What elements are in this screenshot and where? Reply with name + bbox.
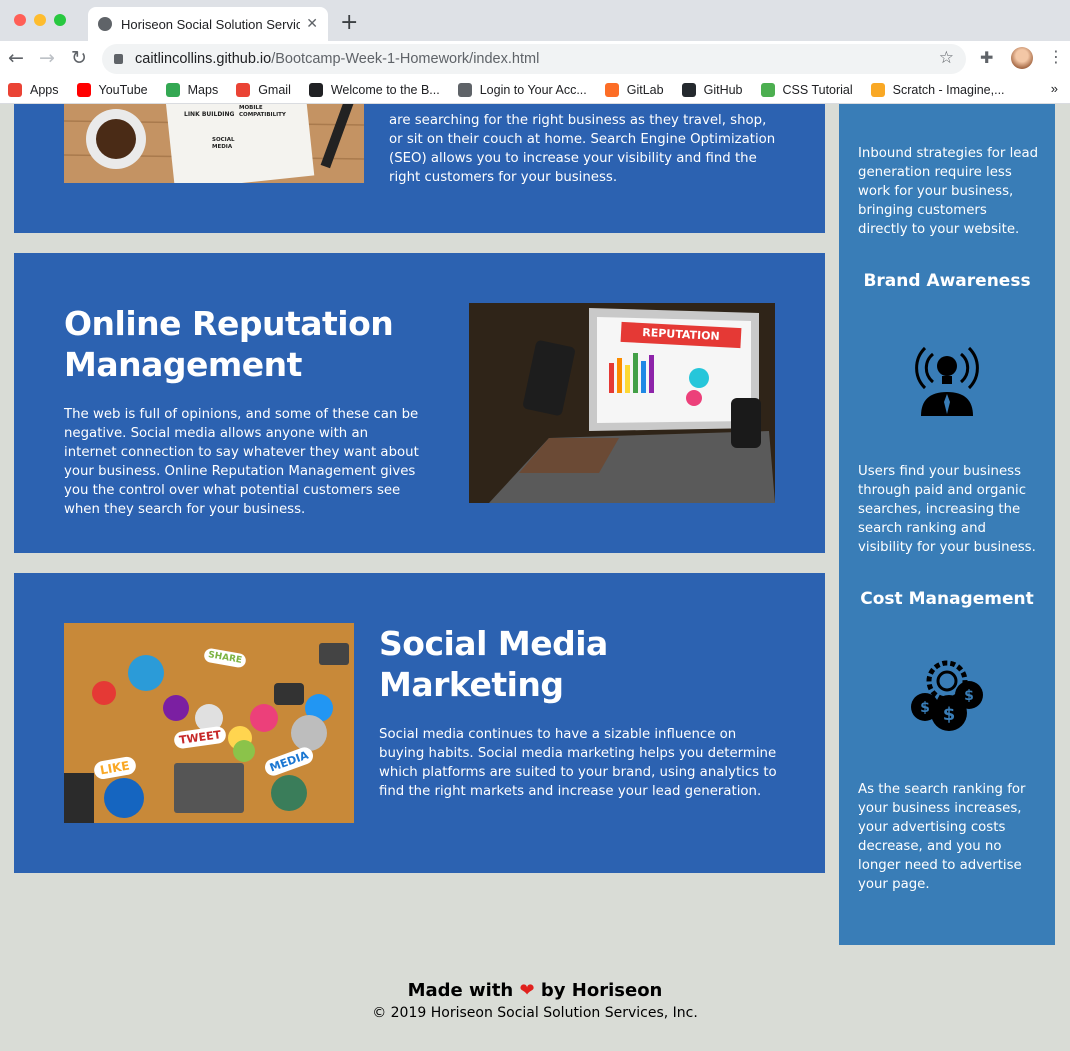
- minimize-window-button[interactable]: [34, 14, 46, 26]
- bookmark-item[interactable]: Maps: [165, 83, 219, 97]
- bookmark-item[interactable]: Gmail: [236, 83, 291, 97]
- social-heading: Social Media Marketing: [379, 624, 608, 704]
- seo-image-word: SOCIAL MEDIA: [212, 137, 235, 150]
- brand-awareness-text: Users find your business through paid an…: [858, 464, 1036, 555]
- seo-image-word: MOBILE COMPATIBILITY: [239, 105, 286, 118]
- close-tab-icon[interactable]: ✕: [306, 16, 318, 32]
- window-controls: [14, 14, 66, 26]
- globe-icon: [98, 17, 112, 31]
- tab-title: Horiseon Social Solution Services: [121, 16, 301, 32]
- seo-section: LINK BUILDING MOBILE COMPATIBILITY SOCIA…: [14, 104, 825, 233]
- lead-generation-text: Inbound strategies for lead generation r…: [858, 146, 1039, 237]
- reputation-section: Online Reputation Management The web is …: [14, 253, 825, 553]
- heart-icon: ❤: [519, 980, 535, 1001]
- bookmark-favicon-icon: [76, 83, 91, 97]
- seo-paragraph: are searching for the right business as …: [389, 113, 776, 185]
- bookmark-item[interactable]: CSS Tutorial: [760, 83, 853, 97]
- new-tab-button[interactable]: +: [340, 10, 358, 35]
- copyright: © 2019 Horiseon Social Solution Services…: [372, 1005, 698, 1021]
- reputation-image: REPUTATION: [469, 303, 775, 503]
- svg-text:$: $: [964, 688, 974, 704]
- bookmark-favicon-icon: [760, 83, 775, 97]
- profile-avatar[interactable]: [1011, 47, 1033, 69]
- bookmark-label: Welcome to the B...: [330, 83, 440, 97]
- seo-image: LINK BUILDING MOBILE COMPATIBILITY SOCIA…: [64, 104, 364, 183]
- url-path: /Bootcamp-Week-1-Homework/index.html: [271, 51, 540, 67]
- cost-management-text: As the search ranking for your business …: [858, 782, 1026, 892]
- social-image: SHARE TWEET LIKE MEDIA: [64, 623, 354, 823]
- brand-awareness-heading: Brand Awareness: [863, 271, 1031, 291]
- bookmark-favicon-icon: [457, 83, 472, 97]
- social-paragraph: Social media continues to have a sizable…: [379, 727, 777, 799]
- made-with-suffix: by Horiseon: [540, 980, 663, 1001]
- bookmark-favicon-icon: [308, 83, 323, 97]
- bookmark-label: Gmail: [258, 83, 291, 97]
- svg-text:$: $: [920, 700, 930, 716]
- seo-image-word: LINK BUILDING: [184, 111, 235, 118]
- bookmark-item[interactable]: Welcome to the B...: [308, 83, 440, 97]
- bookmark-label: GitLab: [626, 83, 664, 97]
- reputation-paragraph: The web is full of opinions, and some of…: [64, 407, 419, 517]
- cost-management-heading: Cost Management: [860, 589, 1034, 609]
- forward-arrow-icon[interactable]: →: [39, 47, 55, 69]
- bookmark-star-icon[interactable]: ☆: [939, 48, 954, 68]
- bookmark-label: YouTube: [98, 83, 148, 97]
- bookmark-favicon-icon: [681, 83, 696, 97]
- reload-icon[interactable]: ↻: [71, 47, 87, 69]
- reputation-heading: Online Reputation Management: [64, 304, 394, 384]
- svg-text:$: $: [943, 704, 956, 725]
- url-host: caitlincollins.github.io: [135, 51, 272, 67]
- social-section: SHARE TWEET LIKE MEDIA Social Media Mark…: [14, 573, 825, 873]
- bookmark-label: Login to Your Acc...: [479, 83, 587, 97]
- made-with-prefix: Made with: [407, 980, 514, 1001]
- close-window-button[interactable]: [14, 14, 26, 26]
- page-viewport: LINK BUILDING MOBILE COMPATIBILITY SOCIA…: [0, 104, 1070, 1051]
- bookmarks-bar: Apps YouTube Maps Gmail Welcome to the B... L…: [0, 77, 1070, 104]
- more-bookmarks-chevron-icon[interactable]: »: [1051, 81, 1058, 96]
- lock-icon: [114, 54, 123, 64]
- bookmark-favicon-icon: [236, 83, 251, 97]
- maximize-window-button[interactable]: [54, 14, 66, 26]
- browser-menu-icon[interactable]: ⋮: [1048, 47, 1064, 66]
- bookmark-item[interactable]: Login to Your Acc...: [457, 83, 587, 97]
- benefits-aside: Inbound strategies for lead generation r…: [839, 104, 1055, 945]
- bookmark-label: Scratch - Imagine,...: [892, 83, 1005, 97]
- bookmark-item[interactable]: GitLab: [604, 83, 664, 97]
- bookmark-item[interactable]: Apps: [8, 83, 59, 97]
- bookmark-label: Maps: [187, 83, 219, 97]
- page-footer: Made with ❤ by Horiseon © 2019 Horiseon …: [0, 980, 1070, 1021]
- bookmark-favicon-icon: [604, 83, 619, 97]
- bookmark-label: Apps: [30, 83, 59, 97]
- bookmark-item[interactable]: Scratch - Imagine,...: [870, 83, 1005, 97]
- bookmark-favicon-icon: [870, 83, 885, 97]
- browser-tab[interactable]: Horiseon Social Solution Services ✕: [88, 7, 328, 41]
- address-bar[interactable]: caitlincollins.github.io /Bootcamp-Week-…: [102, 44, 966, 74]
- brand-awareness-icon: [911, 336, 983, 416]
- back-arrow-icon[interactable]: ←: [8, 47, 24, 69]
- bookmark-item[interactable]: GitHub: [681, 83, 743, 97]
- browser-tab-strip: Horiseon Social Solution Services ✕ +: [0, 0, 1070, 41]
- browser-toolbar: ← → ↻ caitlincollins.github.io /Bootcamp…: [0, 41, 1070, 77]
- cost-management-icon: $ $ $: [907, 657, 987, 735]
- bookmark-item[interactable]: YouTube: [76, 83, 148, 97]
- bookmark-label: CSS Tutorial: [782, 83, 853, 97]
- made-with-line: Made with ❤ by Horiseon: [0, 980, 1070, 1001]
- bookmark-favicon-icon: [165, 83, 180, 97]
- extensions-puzzle-icon[interactable]: ✚: [980, 48, 993, 67]
- bookmark-label: GitHub: [703, 83, 743, 97]
- bookmark-favicon-icon: [8, 83, 22, 97]
